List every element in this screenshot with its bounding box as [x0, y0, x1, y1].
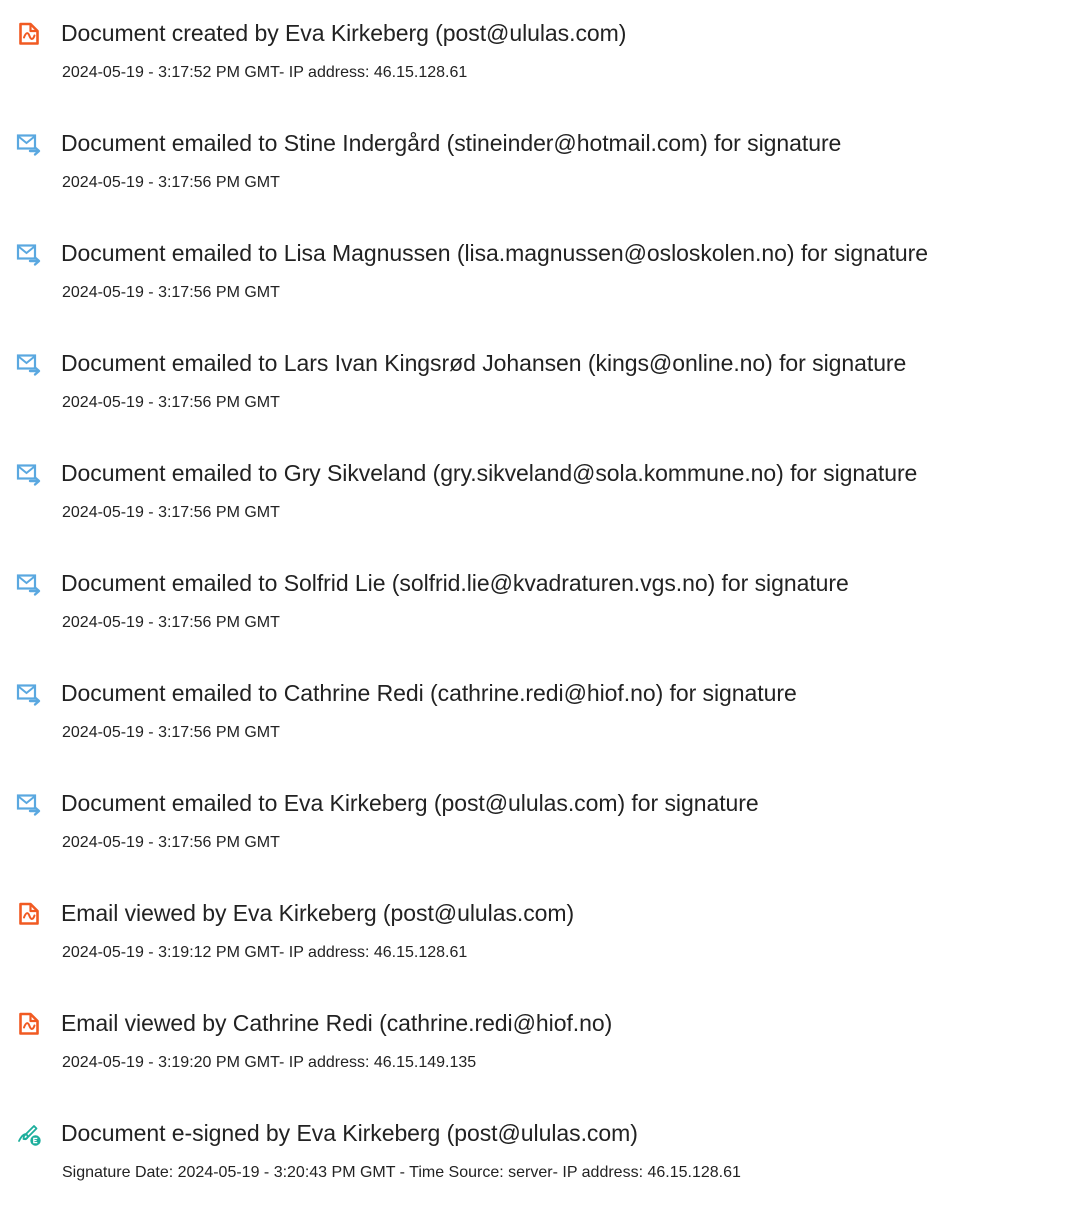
audit-event-item: Document emailed to Cathrine Redi (cathr… [0, 660, 1070, 741]
email-sent-icon [16, 351, 42, 377]
event-title: Document created by Eva Kirkeberg (post@… [61, 20, 627, 46]
event-timestamp: 2024-05-19 - 3:17:56 PM GMT [62, 174, 280, 191]
email-sent-icon [16, 791, 42, 817]
audit-event-item: Document emailed to Lars Ivan Kingsrød J… [0, 330, 1070, 411]
event-timestamp: 2024-05-19 - 3:17:56 PM GMT [62, 394, 280, 411]
event-timestamp: 2024-05-19 - 3:19:12 PM GMT- IP address:… [62, 944, 468, 961]
event-title: Email viewed by Eva Kirkeberg (post@ulul… [61, 900, 575, 926]
pdf-document-icon [16, 901, 42, 927]
audit-event-item: Document emailed to Lisa Magnussen (lisa… [0, 220, 1070, 301]
audit-event-item: Email viewed by Eva Kirkeberg (post@ulul… [0, 880, 1070, 961]
email-sent-icon [16, 241, 42, 267]
event-timestamp: Signature Date: 2024-05-19 - 3:20:43 PM … [62, 1164, 741, 1181]
event-timestamp: 2024-05-19 - 3:19:20 PM GMT- IP address:… [62, 1054, 477, 1071]
audit-event-item: Document emailed to Solfrid Lie (solfrid… [0, 550, 1070, 631]
audit-event-item: Email viewed by Cathrine Redi (cathrine.… [0, 990, 1070, 1071]
event-title: Document emailed to Eva Kirkeberg (post@… [61, 790, 759, 816]
pdf-document-icon [16, 21, 42, 47]
event-title: Document emailed to Stine Indergård (sti… [61, 130, 842, 156]
event-title: Document e-signed by Eva Kirkeberg (post… [61, 1120, 638, 1146]
event-title: Document emailed to Gry Sikveland (gry.s… [61, 460, 918, 486]
event-title: Document emailed to Solfrid Lie (solfrid… [61, 570, 849, 596]
audit-event-item: Document e-signed by Eva Kirkeberg (post… [0, 1100, 1070, 1181]
event-timestamp: 2024-05-19 - 3:17:52 PM GMT- IP address:… [62, 64, 468, 81]
esign-pen-icon [16, 1121, 42, 1147]
event-title: Document emailed to Lisa Magnussen (lisa… [61, 240, 929, 266]
email-sent-icon [16, 681, 42, 707]
email-sent-icon [16, 131, 42, 157]
event-timestamp: 2024-05-19 - 3:17:56 PM GMT [62, 834, 280, 851]
audit-event-item: Document emailed to Eva Kirkeberg (post@… [0, 770, 1070, 851]
email-sent-icon [16, 461, 42, 487]
audit-event-item: Document created by Eva Kirkeberg (post@… [0, 0, 1070, 81]
audit-event-item: Document emailed to Stine Indergård (sti… [0, 110, 1070, 191]
pdf-document-icon [16, 1011, 42, 1037]
event-timestamp: 2024-05-19 - 3:17:56 PM GMT [62, 614, 280, 631]
email-sent-icon [16, 571, 42, 597]
event-timestamp: 2024-05-19 - 3:17:56 PM GMT [62, 284, 280, 301]
audit-event-item: Document emailed to Gry Sikveland (gry.s… [0, 440, 1070, 521]
event-title: Document emailed to Lars Ivan Kingsrød J… [61, 350, 907, 376]
event-timestamp: 2024-05-19 - 3:17:56 PM GMT [62, 724, 280, 741]
event-title: Email viewed by Cathrine Redi (cathrine.… [61, 1010, 613, 1036]
event-timestamp: 2024-05-19 - 3:17:56 PM GMT [62, 504, 280, 521]
event-title: Document emailed to Cathrine Redi (cathr… [61, 680, 797, 706]
